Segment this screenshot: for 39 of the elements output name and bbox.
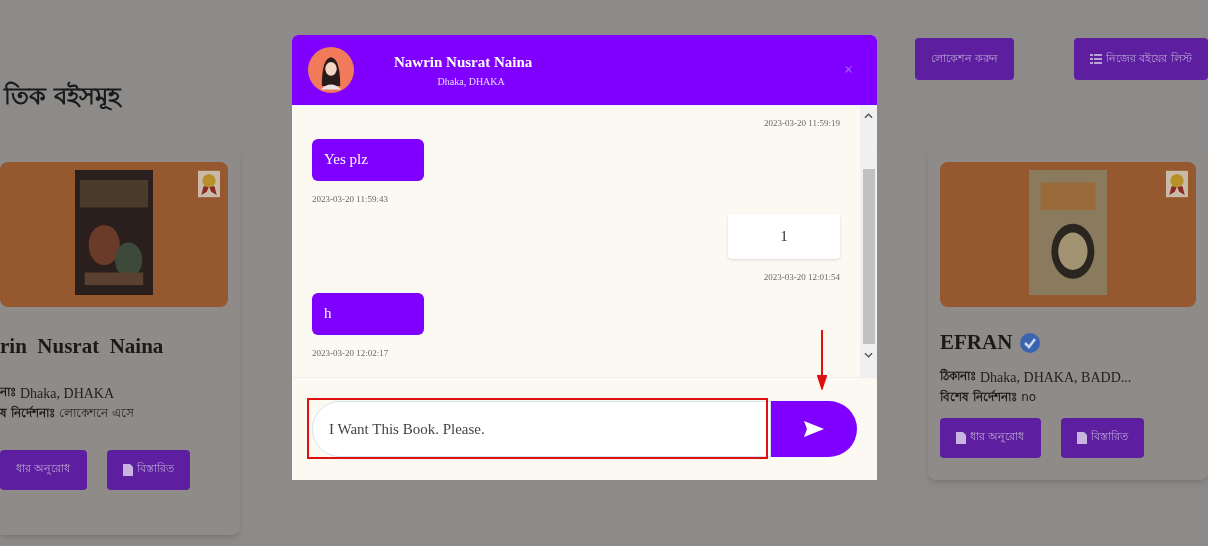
card-button[interactable]: ধার অনুরোধ bbox=[940, 417, 1041, 458]
scroll-up-icon bbox=[864, 113, 873, 119]
message-time: 2023-03-20 11:59:19 bbox=[764, 117, 840, 130]
message-time: 2023-03-20 12:02:17 bbox=[312, 346, 389, 360]
message-time: 2023-03-20 12:01:54 bbox=[763, 271, 840, 284]
medal-icon bbox=[1166, 170, 1188, 198]
document-icon bbox=[1076, 431, 1087, 444]
top-button[interactable]: লোকেশন করুন bbox=[914, 38, 1014, 80]
address-label: ঠিকানাঃ bbox=[940, 367, 976, 385]
document-icon bbox=[956, 431, 966, 444]
contact-name: Nawrin Nusrat Naina bbox=[394, 53, 533, 73]
card-button[interactable]: ধার অনুরোধ bbox=[0, 449, 87, 490]
annotation-arrow bbox=[817, 330, 827, 390]
contact-location: Dhaka, DHAKA bbox=[437, 74, 505, 89]
scroll-down-icon bbox=[864, 352, 873, 358]
message-bubble: 1 bbox=[728, 214, 840, 259]
address-label: নাঃ bbox=[0, 383, 16, 401]
note-label: বিশেষ নির্দেশনাঃ bbox=[940, 388, 1018, 406]
owner-name: EFRAN bbox=[940, 329, 1013, 356]
page-heading: তিক বইসমূহ bbox=[2, 80, 122, 113]
avatar-icon bbox=[308, 47, 354, 93]
note-label: ষ নির্দেশনাঃ bbox=[0, 404, 56, 422]
card-button[interactable]: বিস্তারিত bbox=[1060, 417, 1144, 458]
message-time: 2023-03-20 11:59:43 bbox=[312, 192, 388, 206]
document-icon bbox=[122, 463, 133, 476]
note-value: no bbox=[1021, 388, 1037, 406]
message-bubble: h bbox=[312, 292, 424, 335]
address-value: Dhaka, DHAKA bbox=[20, 384, 115, 403]
list-icon bbox=[1090, 54, 1102, 64]
message-input[interactable]: I Want This Book. Please. bbox=[312, 401, 771, 457]
medal-icon bbox=[198, 170, 220, 198]
send-button[interactable] bbox=[771, 401, 857, 457]
top-button[interactable]: নিজের বইয়ের লিস্ট bbox=[1074, 38, 1208, 80]
card-button[interactable]: বিস্তারিত bbox=[106, 449, 190, 490]
message-bubble: Yes plz bbox=[312, 138, 424, 181]
owner-name: rin Nusrat Naina bbox=[0, 333, 164, 360]
send-icon bbox=[804, 421, 824, 437]
note-value: লোকেশনে এসে bbox=[59, 404, 134, 422]
address-value: Dhaka, DHAKA, BADD... bbox=[980, 368, 1132, 387]
